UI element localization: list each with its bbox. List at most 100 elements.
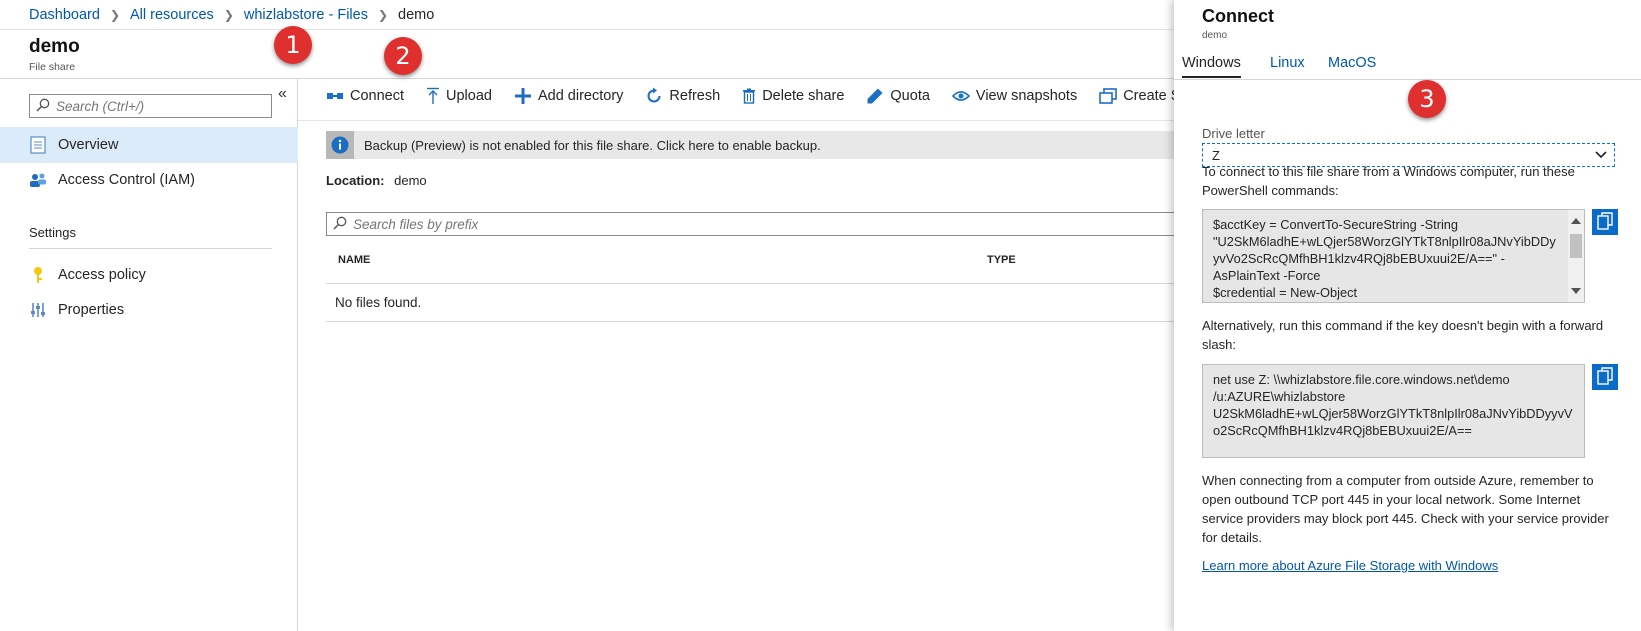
tab-macos[interactable]: MacOS bbox=[1328, 55, 1376, 71]
file-search-input[interactable] bbox=[353, 216, 1053, 232]
location-value: demo bbox=[394, 173, 427, 188]
step-marker-2: 2 bbox=[384, 37, 422, 75]
empty-table-message: No files found. bbox=[326, 284, 1180, 322]
breadcrumb-all-resources[interactable]: All resources bbox=[130, 7, 214, 23]
snapshot-icon bbox=[1099, 88, 1118, 104]
backup-info-banner[interactable]: Backup (Preview) is not enabled for this… bbox=[326, 131, 1180, 159]
info-icon bbox=[326, 131, 354, 159]
location-label: Location: bbox=[326, 173, 385, 188]
column-header-name[interactable]: NAME bbox=[338, 254, 370, 266]
nav-item-label: Overview bbox=[58, 137, 119, 153]
eye-icon bbox=[951, 89, 970, 103]
create-snapshot-button[interactable]: Create S bbox=[1099, 88, 1180, 104]
nav-section-divider bbox=[29, 248, 272, 249]
trash-icon bbox=[742, 88, 756, 104]
quota-label: Quota bbox=[890, 88, 930, 104]
delete-share-button[interactable]: Delete share bbox=[742, 88, 844, 104]
panel-title: Connect bbox=[1202, 6, 1274, 26]
nav-section-settings: Settings bbox=[29, 225, 76, 240]
nav-item-access-policy[interactable]: Access policy bbox=[0, 257, 298, 293]
breadcrumb-files[interactable]: whizlabstore - Files bbox=[244, 7, 368, 23]
view-snapshots-button[interactable]: View snapshots bbox=[951, 88, 1078, 104]
copy-icon bbox=[1597, 366, 1613, 388]
code-scrollbar[interactable] bbox=[1568, 210, 1584, 302]
overview-icon bbox=[29, 136, 47, 154]
panel-subtitle: demo bbox=[1202, 30, 1228, 41]
drive-letter-value: Z bbox=[1212, 147, 1220, 163]
left-nav: « Overview Access Control (IAM) Settings… bbox=[0, 79, 298, 631]
os-tabs: Windows Linux MacOS bbox=[1174, 52, 1641, 80]
code-line: $acctKey = ConvertTo-SecureString -Strin… bbox=[1213, 217, 1459, 232]
code-line: $credential = New-Object bbox=[1213, 285, 1358, 300]
copy-icon bbox=[1597, 211, 1613, 233]
step-marker-3: 3 bbox=[1408, 80, 1446, 118]
chevron-right-icon: ❯ bbox=[223, 7, 234, 22]
refresh-icon bbox=[645, 87, 663, 105]
breadcrumb-dashboard[interactable]: Dashboard bbox=[29, 7, 100, 23]
page-title: demo bbox=[29, 36, 80, 57]
code-line: AsPlainText -Force bbox=[1213, 268, 1321, 283]
chevron-right-icon: ❯ bbox=[377, 7, 389, 22]
delete-share-label: Delete share bbox=[762, 88, 845, 104]
nav-item-overview[interactable]: Overview bbox=[0, 127, 298, 163]
connect-plug-icon bbox=[326, 89, 344, 103]
nav-item-label: Access policy bbox=[58, 267, 146, 283]
file-search-box[interactable] bbox=[326, 212, 1180, 236]
connect-button[interactable]: Connect bbox=[326, 88, 404, 104]
tab-windows[interactable]: Windows bbox=[1182, 55, 1241, 78]
upload-label: Upload bbox=[446, 88, 492, 104]
powershell-intro-text: To connect to this file share from a Win… bbox=[1202, 164, 1575, 198]
banner-text: Backup (Preview) is not enabled for this… bbox=[364, 137, 821, 153]
connect-panel: Connect demo Windows Linux MacOS 3 Drive… bbox=[1174, 0, 1641, 631]
column-header-type[interactable]: TYPE bbox=[987, 254, 1016, 266]
step-marker-1: 1 bbox=[274, 26, 312, 64]
create-snapshot-label: Create S bbox=[1123, 88, 1181, 104]
net-use-code-box[interactable]: net use Z: \\whizlabstore.file.core.wind… bbox=[1202, 364, 1585, 458]
nav-search-input[interactable] bbox=[56, 98, 256, 114]
tab-linux[interactable]: Linux bbox=[1270, 55, 1305, 71]
breadcrumb: Dashboard ❯ All resources ❯ whizlabstore… bbox=[0, 0, 1180, 30]
powershell-code-box[interactable]: $acctKey = ConvertTo-SecureString -Strin… bbox=[1202, 209, 1585, 303]
file-table-header: NAME TYPE bbox=[326, 250, 1180, 284]
scroll-thumb[interactable] bbox=[1570, 234, 1582, 258]
search-icon bbox=[333, 216, 347, 233]
copy-powershell-button[interactable] bbox=[1592, 209, 1618, 235]
nav-item-access-control[interactable]: Access Control (IAM) bbox=[0, 162, 298, 198]
nav-item-label: Properties bbox=[58, 302, 125, 318]
plus-icon bbox=[514, 87, 532, 105]
alternative-text: Alternatively, run this command if the k… bbox=[1202, 318, 1604, 352]
page-header: demo File share bbox=[29, 36, 80, 73]
add-directory-button[interactable]: Add directory bbox=[514, 87, 623, 105]
scroll-down-arrow-icon[interactable] bbox=[1571, 288, 1581, 294]
upload-button[interactable]: Upload bbox=[426, 87, 492, 105]
sliders-icon bbox=[29, 301, 47, 319]
page-subtitle: File share bbox=[29, 61, 76, 73]
command-toolbar: Connect Upload Add directory Refresh Del… bbox=[326, 87, 1202, 105]
view-snapshots-label: View snapshots bbox=[975, 88, 1078, 104]
refresh-button[interactable]: Refresh bbox=[645, 87, 720, 105]
nav-search-box[interactable] bbox=[29, 94, 272, 118]
code-line: net use Z: \\whizlabstore.file.core.wind… bbox=[1213, 372, 1510, 387]
scroll-up-arrow-icon[interactable] bbox=[1571, 218, 1581, 224]
nav-item-label: Access Control (IAM) bbox=[58, 172, 195, 188]
chevron-right-icon: ❯ bbox=[109, 7, 120, 22]
collapse-menu-button[interactable]: « bbox=[278, 85, 287, 103]
location-row: Location: demo bbox=[326, 173, 427, 188]
code-line: /u:AZURE\whizlabstore bbox=[1213, 389, 1346, 404]
toolbar-divider bbox=[298, 120, 1180, 121]
code-line: U2SkM6ladhE+wLQjer58WorzGlYTkT8nlpIlr08a… bbox=[1213, 406, 1573, 438]
copy-net-use-button[interactable] bbox=[1592, 364, 1618, 390]
people-icon bbox=[29, 171, 47, 189]
port-note-text: When connecting from a computer from out… bbox=[1202, 473, 1609, 545]
upload-icon bbox=[426, 87, 440, 105]
nav-item-properties[interactable]: Properties bbox=[0, 292, 298, 328]
refresh-label: Refresh bbox=[669, 88, 721, 104]
quota-button[interactable]: Quota bbox=[866, 87, 930, 105]
learn-more-link[interactable]: Learn more about Azure File Storage with… bbox=[1202, 558, 1498, 573]
drive-letter-label: Drive letter bbox=[1202, 126, 1265, 141]
pencil-icon bbox=[866, 87, 884, 105]
code-line: "U2SkM6ladhE+wLQjer58WorzGlYTkT8nlpIlr08… bbox=[1213, 234, 1556, 266]
add-directory-label: Add directory bbox=[537, 88, 624, 104]
key-icon bbox=[29, 266, 47, 284]
search-icon bbox=[36, 98, 50, 115]
